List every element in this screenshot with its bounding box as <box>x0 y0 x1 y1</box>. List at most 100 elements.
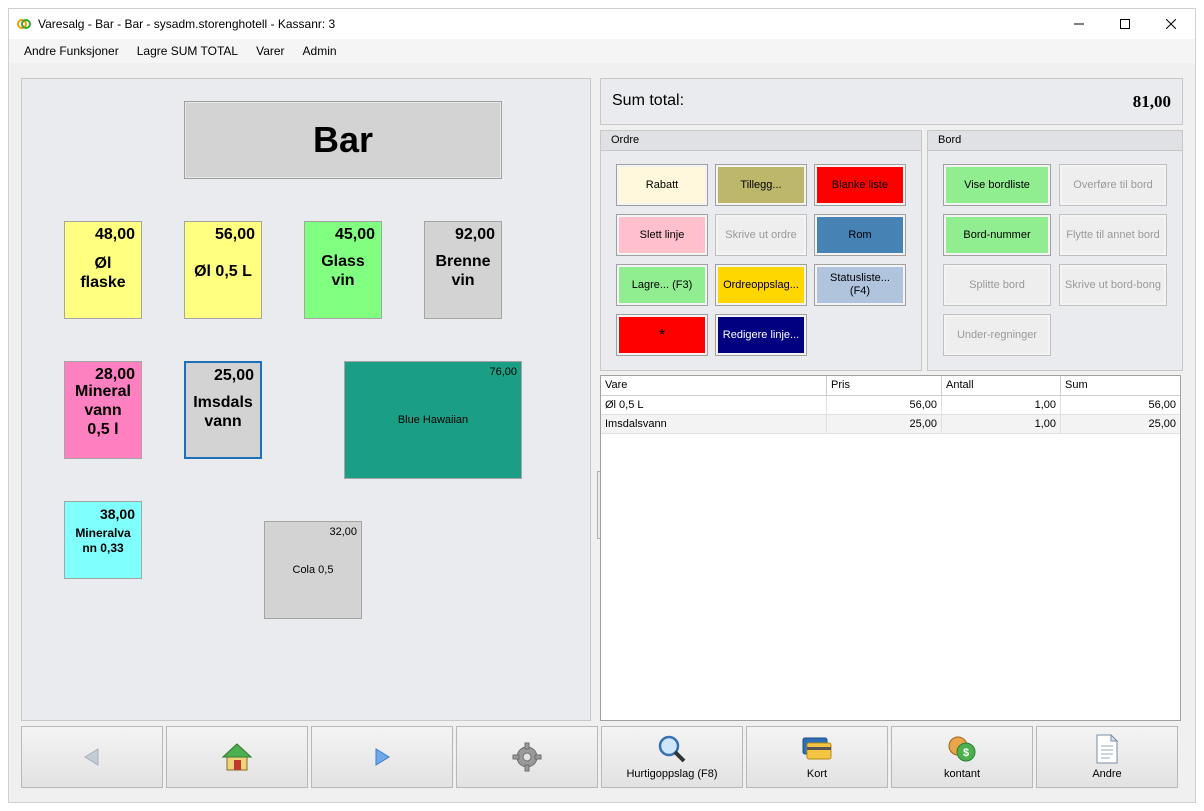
cell-antall: 1,00 <box>942 396 1061 415</box>
menu-admin[interactable]: Admin <box>294 39 346 63</box>
product-name: Imsdals vann <box>193 394 253 430</box>
table-row[interactable]: Imsdalsvann 25,00 1,00 25,00 <box>601 415 1180 434</box>
hurtigoppslag-label: Hurtigoppslag (F8) <box>626 768 718 780</box>
magnifier-icon <box>658 735 686 763</box>
app-window: Varesalg - Bar - Bar - sysadm.storenghot… <box>8 8 1196 803</box>
product-price: 76,00 <box>489 366 517 378</box>
product-button[interactable]: 38,00 Mineralva nn 0,33 <box>64 501 142 579</box>
bord-nummer-button[interactable]: Bord-nummer <box>943 214 1051 256</box>
cell-vare: Øl 0,5 L <box>601 396 827 415</box>
table-row[interactable]: Øl 0,5 L 56,00 1,00 56,00 <box>601 396 1180 415</box>
cell-sum: 25,00 <box>1148 418 1176 430</box>
bord-group: Bord Vise bordliste Overføre til bord Bo… <box>927 130 1183 371</box>
redigere-linje-button[interactable]: Redigere linje... <box>715 314 807 356</box>
column-header-sum[interactable]: Sum <box>1061 376 1180 396</box>
previous-page-button[interactable] <box>21 726 163 788</box>
under-regninger-button[interactable]: Under-regninger <box>943 314 1051 356</box>
product-button-selected[interactable]: 25,00 Imsdals vann <box>184 361 262 459</box>
product-name: Øl flaske <box>80 255 126 291</box>
close-icon <box>1166 19 1176 29</box>
menu-varer[interactable]: Varer <box>247 39 293 63</box>
cell-pris: 56,00 <box>827 396 942 415</box>
next-page-button[interactable] <box>311 726 453 788</box>
splitte-bord-button[interactable]: Splitte bord <box>943 264 1051 306</box>
kort-label: Kort <box>806 768 828 780</box>
app-logo-icon <box>17 19 31 29</box>
svg-text:$: $ <box>963 747 969 759</box>
gear-icon <box>512 742 542 772</box>
product-price: 92,00 <box>454 226 495 243</box>
slett-linje-button[interactable]: Slett linje <box>616 214 708 256</box>
product-name: Mineral vann 0,5 l <box>74 383 131 438</box>
window-title: Varesalg - Bar - Bar - sysadm.storenghot… <box>38 17 336 31</box>
close-button[interactable] <box>1148 9 1194 39</box>
arrow-right-icon <box>375 748 390 766</box>
maximize-icon <box>1120 19 1130 29</box>
product-price: 25,00 <box>213 367 254 384</box>
order-lines-grid: Vare Pris Antall Sum Øl 0,5 L 56,00 1,00… <box>600 375 1181 721</box>
flytte-til-annet-bord-button[interactable]: Flytte til annet bord <box>1059 214 1167 256</box>
cell-antall: 1,00 <box>942 415 1061 434</box>
home-button[interactable] <box>166 726 308 788</box>
rom-button[interactable]: Rom <box>814 214 906 256</box>
product-name: Mineralva nn 0,33 <box>75 526 131 555</box>
column-header-antall[interactable]: Antall <box>942 376 1061 396</box>
product-price: 38,00 <box>99 506 135 522</box>
product-name: Øl 0,5 L <box>194 263 252 280</box>
vise-bordliste-button[interactable]: Vise bordliste <box>943 164 1051 206</box>
coins-icon: $ <box>948 736 976 762</box>
product-button[interactable]: 92,00 Brenne vin <box>424 221 502 319</box>
product-button[interactable]: 76,00 Blue Hawaiian <box>344 361 522 479</box>
sum-total-panel: Sum total: 81,00 <box>600 78 1183 125</box>
cell-sum: 56,00 <box>1148 399 1176 411</box>
maximize-button[interactable] <box>1102 9 1148 39</box>
kort-button[interactable]: Kort <box>746 726 888 788</box>
overfore-til-bord-button[interactable]: Overføre til bord <box>1059 164 1167 206</box>
hurtigoppslag-button[interactable]: Hurtigoppslag (F8) <box>601 726 743 788</box>
product-button[interactable]: 32,00 Cola 0,5 <box>264 521 362 619</box>
product-button[interactable]: 48,00 Øl flaske <box>64 221 142 319</box>
arrow-left-icon <box>84 748 99 766</box>
product-price: 56,00 <box>214 226 255 243</box>
bottom-toolbar: Hurtigoppslag (F8) Kort $ kontant Andre <box>21 726 1183 788</box>
sum-total-label: Sum total: <box>612 92 685 109</box>
blanke-liste-button[interactable]: Blanke liste <box>814 164 906 206</box>
ordre-group-header: Ordre <box>601 131 921 151</box>
star-button[interactable]: * <box>616 314 708 356</box>
kontant-button[interactable]: $ kontant <box>891 726 1033 788</box>
skrive-ut-ordre-button[interactable]: Skrive ut ordre <box>715 214 807 256</box>
tillegg-button[interactable]: Tillegg... <box>715 164 807 206</box>
grid-header: Vare Pris Antall Sum <box>601 376 1180 396</box>
title-bar: Varesalg - Bar - Bar - sysadm.storenghot… <box>9 9 1195 39</box>
minimize-button[interactable] <box>1056 9 1102 39</box>
product-name: Blue Hawaiian <box>397 414 469 426</box>
settings-button[interactable] <box>456 726 598 788</box>
column-header-pris[interactable]: Pris <box>827 376 942 396</box>
cell-vare: Imsdalsvann <box>601 415 827 434</box>
lagre-button[interactable]: Lagre... (F3) <box>616 264 708 306</box>
product-name: Glass vin <box>321 253 365 289</box>
ordreoppslag-button[interactable]: Ordreoppslag... <box>715 264 807 306</box>
skrive-ut-bord-bong-button[interactable]: Skrive ut bord-bong <box>1059 264 1167 306</box>
menu-bar: Andre Funksjoner Lagre SUM TOTAL Varer A… <box>9 39 1195 63</box>
group-title: Bar <box>184 101 502 179</box>
menu-andre-funksjoner[interactable]: Andre Funksjoner <box>15 39 128 63</box>
menu-lagre-sum-total[interactable]: Lagre SUM TOTAL <box>128 39 247 63</box>
product-panel: Bar 48,00 Ølflaske 56,00 Øl 0,5 L 45,00 <box>21 78 602 721</box>
andre-button[interactable]: Andre <box>1036 726 1178 788</box>
product-price: 45,00 <box>334 226 375 243</box>
column-header-vare[interactable]: Vare <box>601 376 827 396</box>
kontant-label: kontant <box>943 768 981 780</box>
product-button[interactable]: 56,00 Øl 0,5 L <box>184 221 262 319</box>
cell-pris: 25,00 <box>827 415 942 434</box>
bord-group-header: Bord <box>928 131 1182 151</box>
product-name: Brenne vin <box>435 253 491 289</box>
minimize-icon <box>1074 23 1084 25</box>
product-name: Cola 0,5 <box>292 564 334 576</box>
product-button[interactable]: 28,00 Mineral vann 0,5 l <box>64 361 142 459</box>
cards-icon <box>802 737 832 760</box>
product-button[interactable]: 45,00 Glass vin <box>304 221 382 319</box>
statusliste-button[interactable]: Statusliste... (F4) <box>814 264 906 306</box>
rabatt-button[interactable]: Rabatt <box>616 164 708 206</box>
home-icon <box>221 743 253 771</box>
